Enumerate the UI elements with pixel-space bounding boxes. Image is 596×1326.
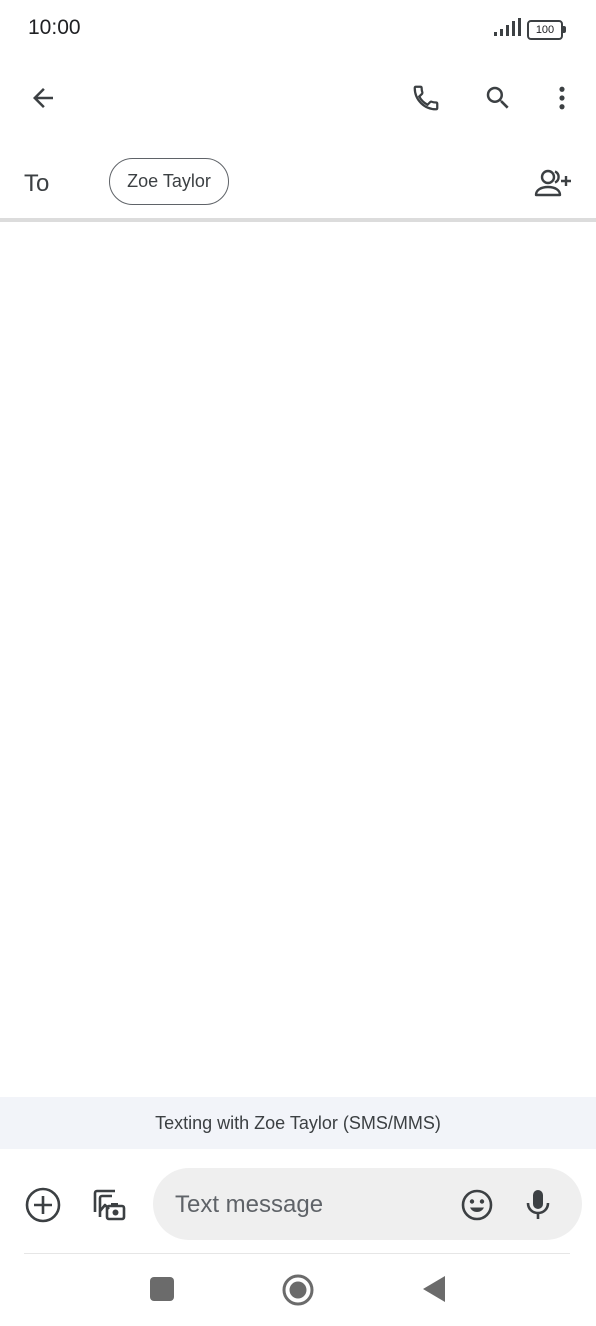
gallery-button[interactable] [83,1181,131,1229]
message-list[interactable] [0,222,596,1097]
person-add-icon [534,169,571,197]
battery-level: 100 [527,19,563,40]
message-input[interactable] [175,1188,435,1222]
recipient-chip[interactable]: Zoe Taylor [109,158,229,205]
mic-icon [526,1190,550,1219]
status-time: 10:00 [28,16,81,39]
home-circle-icon[interactable] [281,1273,315,1312]
signal-icon [493,18,521,41]
to-label: To [24,170,50,197]
call-button[interactable] [402,74,450,122]
voice-button[interactable] [514,1181,562,1229]
attach-button[interactable] [19,1181,67,1229]
status-icons: 100 [493,18,566,41]
sms-banner: Texting with Zoe Taylor (SMS/MMS) [0,1097,596,1149]
emoji-icon [461,1189,493,1221]
more-vert-icon [559,86,565,110]
back-button[interactable] [19,74,67,122]
back-arrow-icon [33,88,53,108]
emoji-button[interactable] [453,1181,501,1229]
recents-square-icon[interactable] [150,1277,174,1301]
more-options-button[interactable] [538,74,586,122]
search-button[interactable] [474,74,522,122]
battery-icon: 100 [527,19,566,40]
add-circle-icon [25,1187,61,1223]
gallery-icon [93,1189,126,1221]
phone-icon [413,85,439,111]
back-triangle-icon[interactable] [421,1274,447,1309]
search-icon [486,86,509,109]
add-recipient-button[interactable] [529,159,577,207]
composer-divider [24,1253,570,1254]
